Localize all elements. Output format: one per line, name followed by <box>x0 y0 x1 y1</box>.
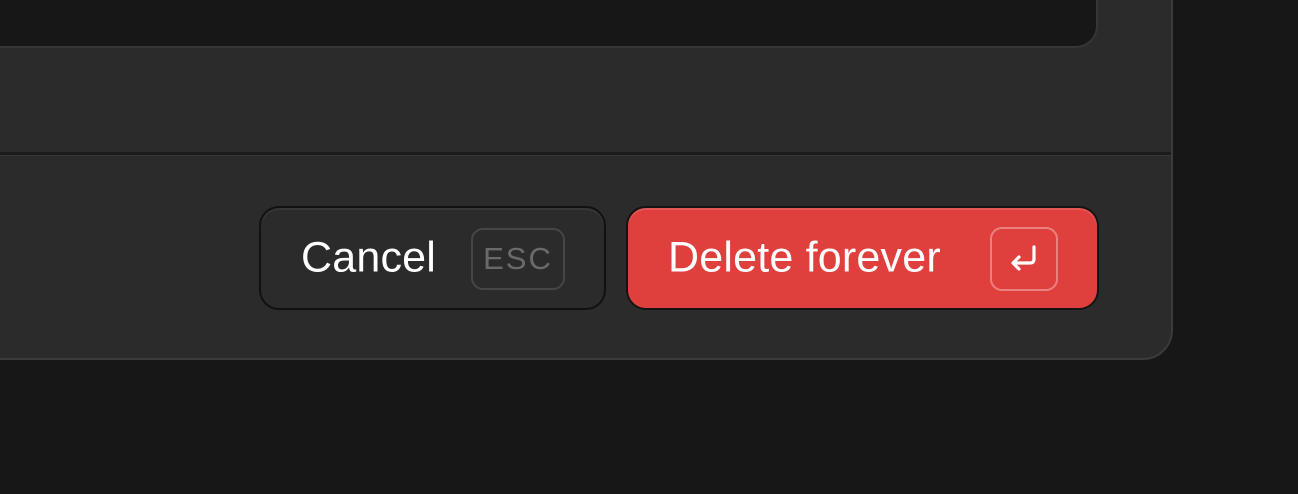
delete-forever-button[interactable]: Delete forever <box>626 206 1099 310</box>
cancel-button[interactable]: Cancel ESC <box>259 206 606 310</box>
enter-shortcut-badge <box>990 227 1058 291</box>
enter-return-icon <box>1011 245 1036 271</box>
dialog-content-panel <box>0 0 1098 48</box>
delete-button-label: Delete forever <box>668 233 941 282</box>
cancel-button-label: Cancel <box>301 233 437 282</box>
esc-shortcut-badge: ESC <box>471 228 565 290</box>
